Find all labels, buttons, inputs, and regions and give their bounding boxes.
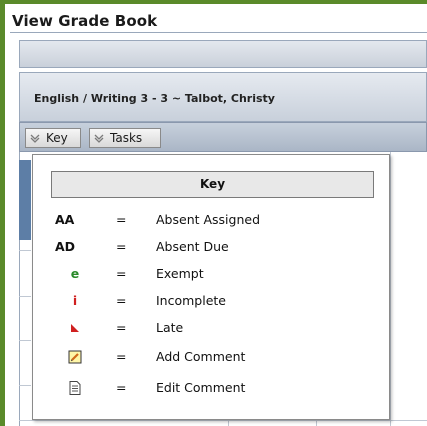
key-symbol: e — [70, 266, 80, 281]
course-title: English / Writing 3 - 3 ~ Talbot, Christ… — [34, 92, 275, 105]
key-symbol: AD — [55, 239, 76, 254]
grade-grid-header — [19, 160, 31, 240]
key-equals: = — [116, 293, 127, 308]
grid-column-divider — [228, 420, 229, 426]
header-bar — [19, 40, 427, 68]
title-divider — [10, 32, 427, 33]
key-row-edit-comment: = Edit Comment — [51, 374, 374, 401]
grid-column-divider — [316, 420, 317, 426]
chevron-down-icon — [93, 132, 105, 144]
key-equals: = — [116, 380, 127, 395]
key-row-add-comment: = Add Comment — [51, 343, 374, 370]
add-comment-icon — [67, 349, 83, 365]
key-description: Absent Due — [156, 239, 229, 254]
key-button[interactable]: Key — [25, 128, 81, 148]
key-legend: Key AA = Absent Assigned AD = Absent Due… — [51, 171, 374, 409]
tasks-button-label: Tasks — [110, 131, 143, 145]
key-description: Late — [156, 320, 184, 335]
key-row-absent-assigned: AA = Absent Assigned — [51, 206, 374, 233]
key-description: Edit Comment — [156, 380, 246, 395]
chevron-down-icon — [29, 132, 41, 144]
course-bar: English / Writing 3 - 3 ~ Talbot, Christ… — [19, 72, 427, 122]
key-symbol: AA — [55, 212, 75, 227]
key-equals: = — [116, 266, 127, 281]
key-equals: = — [116, 349, 127, 364]
key-description: Absent Assigned — [156, 212, 261, 227]
grid-bottom-border — [19, 420, 427, 421]
key-description: Add Comment — [156, 349, 246, 364]
grade-grid-right — [390, 152, 427, 426]
tasks-button[interactable]: Tasks — [89, 128, 161, 148]
key-button-label: Key — [46, 131, 68, 145]
key-equals: = — [116, 239, 127, 254]
page-title: View Grade Book — [12, 12, 158, 30]
key-row-incomplete: i = Incomplete — [51, 287, 374, 314]
key-row-late: = Late — [51, 314, 374, 341]
grade-book-window: View Grade Book English / Writing 3 - 3 … — [0, 0, 427, 426]
grid-row-divider — [19, 250, 31, 251]
key-description: Exempt — [156, 266, 204, 281]
key-row-absent-due: AD = Absent Due — [51, 233, 374, 260]
key-popup: Key AA = Absent Assigned AD = Absent Due… — [32, 154, 390, 420]
key-equals: = — [116, 320, 127, 335]
window-left-border — [0, 0, 5, 426]
key-row-exempt: e = Exempt — [51, 260, 374, 287]
late-flag-icon — [67, 320, 83, 336]
key-symbol: i — [72, 293, 78, 308]
edit-comment-icon — [67, 380, 83, 396]
grid-row-divider — [19, 296, 31, 297]
key-legend-header: Key — [51, 171, 374, 198]
window-top-border — [0, 0, 427, 4]
grid-row-divider — [19, 385, 31, 386]
grid-row-divider — [19, 340, 31, 341]
key-equals: = — [116, 212, 127, 227]
key-description: Incomplete — [156, 293, 226, 308]
toolbar: Key Tasks — [19, 122, 427, 152]
